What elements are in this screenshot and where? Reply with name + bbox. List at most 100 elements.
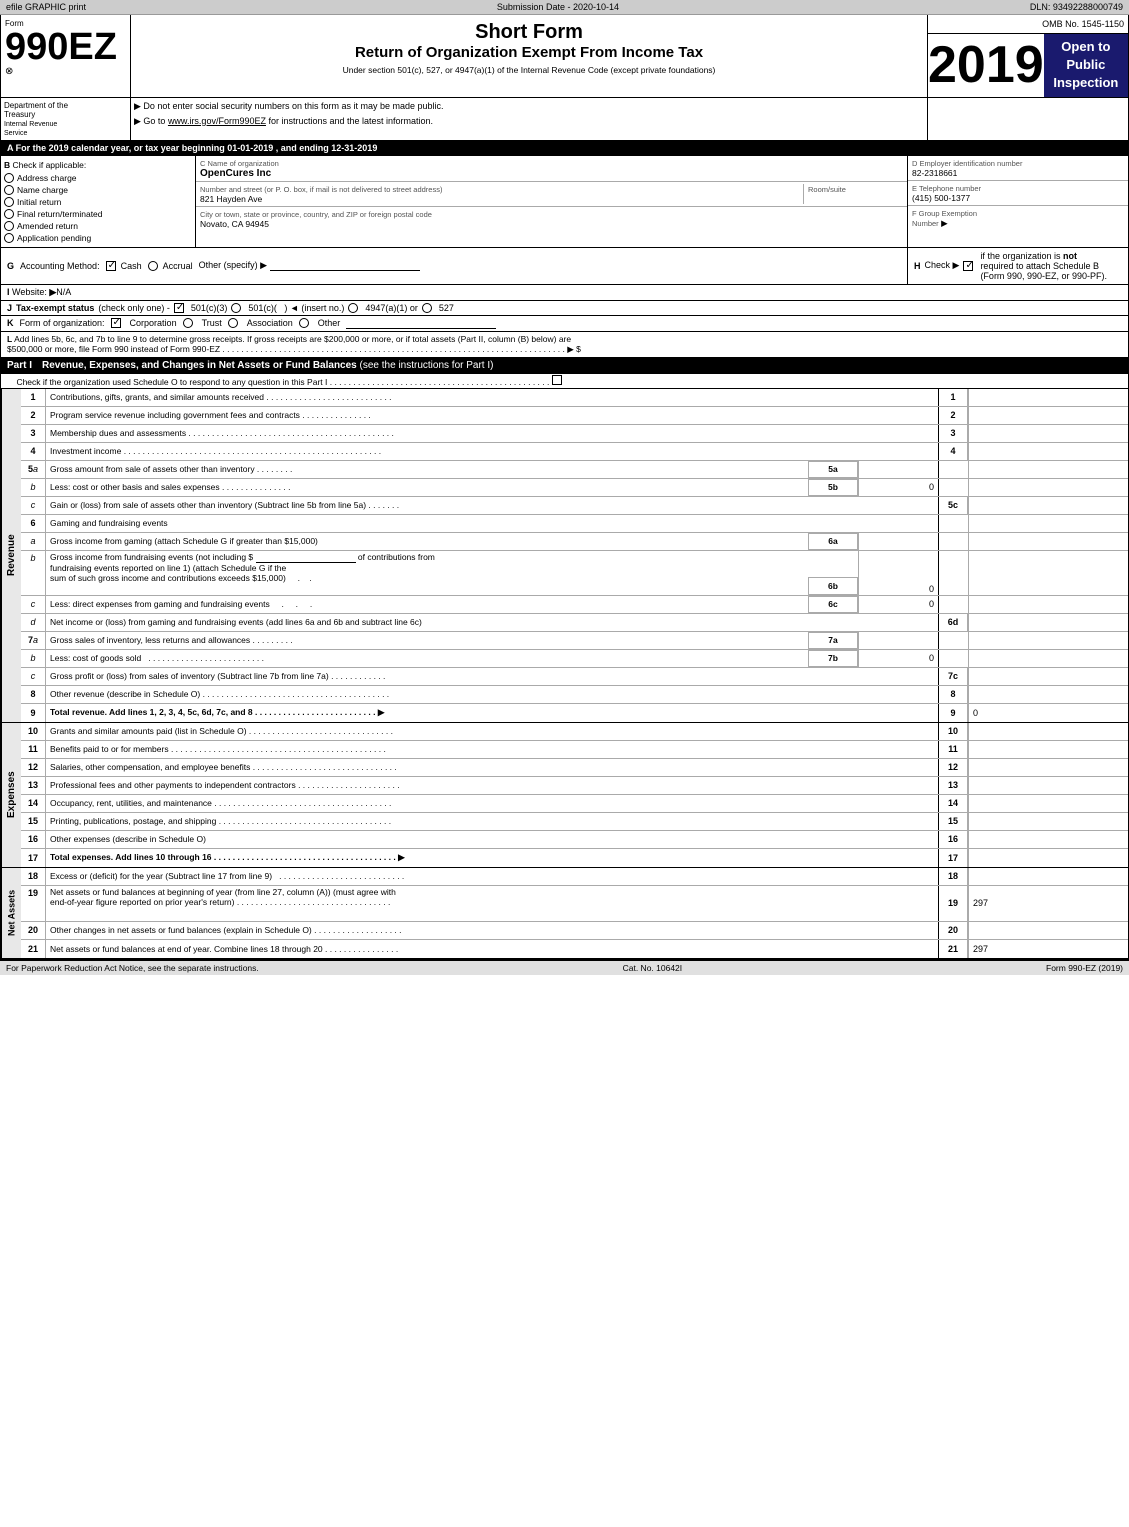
j-501c3-label: 501(c)(3) — [191, 303, 228, 313]
j-501c-radio[interactable] — [231, 303, 241, 313]
row5b-num: b — [21, 479, 46, 496]
row-6b: b Gross income from fundraising events (… — [21, 551, 1128, 596]
h-checkbox[interactable] — [963, 261, 973, 271]
k-assoc-radio[interactable] — [228, 318, 238, 328]
accrual-radio[interactable] — [148, 261, 158, 271]
row7b-num: b — [21, 650, 46, 667]
row16-linenum: 16 — [938, 831, 968, 848]
row5c-linenum: 5c — [938, 497, 968, 514]
row13-desc: Professional fees and other payments to … — [46, 777, 938, 794]
open-public-label: Open toPublicInspection — [1044, 34, 1128, 97]
name-change-label: Name charge — [17, 185, 68, 195]
row6b-value: 0 — [858, 551, 938, 595]
name-radio[interactable] — [4, 185, 14, 195]
cash-checkbox[interactable] — [106, 261, 116, 271]
section-i: I Website: ▶N/A — [0, 285, 1129, 301]
row7c-num: c — [21, 668, 46, 685]
row19-desc: Net assets or fund balances at beginning… — [46, 886, 938, 921]
address-radio[interactable] — [4, 173, 14, 183]
inst1: ▶ Do not enter social security numbers o… — [134, 101, 924, 112]
efile-right: DLN: 93492288000749 — [1030, 2, 1123, 12]
row21-answer: 297 — [968, 940, 1128, 958]
footer-right: Form 990-EZ (2019) — [1046, 963, 1123, 973]
j-527-radio[interactable] — [422, 303, 432, 313]
row6d-desc: Net income or (loss) from gaming and fun… — [46, 614, 938, 631]
row7a-ref: 7a — [808, 632, 858, 649]
row-19: 19 Net assets or fund balances at beginn… — [21, 886, 1128, 922]
final-radio[interactable] — [4, 209, 14, 219]
inst2: ▶ Go to www.irs.gov/Form990EZ for instru… — [134, 116, 924, 127]
row4-desc: Investment income . . . . . . . . . . . … — [46, 443, 938, 460]
k-trust-radio[interactable] — [183, 318, 193, 328]
row12-answer — [968, 759, 1128, 776]
j-4947-radio[interactable] — [348, 303, 358, 313]
b-label: B Check if applicable: — [4, 160, 192, 170]
row5b-desc: Less: cost or other basis and sales expe… — [46, 479, 808, 496]
row5a-num: 5a — [21, 461, 46, 478]
room-label: Room/suite — [808, 185, 846, 194]
row2-linenum: 2 — [938, 407, 968, 424]
row6c-ref: 6c — [808, 596, 858, 613]
row12-linenum: 12 — [938, 759, 968, 776]
d-label: D Employer identification number — [912, 159, 1022, 168]
ein: 82-2318661 — [912, 168, 957, 178]
row5a-desc: Gross amount from sale of assets other t… — [46, 461, 808, 478]
initial-radio[interactable] — [4, 197, 14, 207]
row19-num: 19 — [21, 886, 46, 921]
g-cash: Cash — [106, 261, 142, 271]
row15-answer — [968, 813, 1128, 830]
g-accrual: Accrual — [148, 261, 193, 271]
expenses-side-label: Expenses — [1, 723, 21, 867]
form-subtitle: Under section 501(c), 527, or 4947(a)(1)… — [137, 65, 921, 75]
j-501c-label: 501(c)( ) ◄ (insert no.) — [248, 303, 344, 313]
netassets-side-label: Net Assets — [1, 868, 21, 958]
row11-num: 11 — [21, 741, 46, 758]
phone: (415) 500-1377 — [912, 193, 970, 203]
j-527-label: 527 — [439, 303, 454, 313]
row6-desc: Gaming and fundraising events — [46, 515, 938, 532]
amended-radio[interactable] — [4, 221, 14, 231]
row15-linenum: 15 — [938, 813, 968, 830]
k-other-radio[interactable] — [299, 318, 309, 328]
k-corp-checkbox[interactable] — [111, 318, 121, 328]
part1-title: Revenue, Expenses, and Changes in Net As… — [42, 360, 493, 371]
row8-linenum: 8 — [938, 686, 968, 703]
row14-linenum: 14 — [938, 795, 968, 812]
amended-return-label: Amended return — [17, 221, 78, 231]
row17-desc: Total expenses. Add lines 10 through 16 … — [46, 849, 938, 867]
footer-left: For Paperwork Reduction Act Notice, see … — [6, 963, 259, 973]
j-501c3-checkbox[interactable] — [174, 303, 184, 313]
row15-num: 15 — [21, 813, 46, 830]
row5b-blank — [938, 479, 968, 496]
row1-answer — [968, 389, 1128, 406]
e-label: E Telephone number — [912, 184, 981, 193]
row5a-answer — [968, 461, 1128, 478]
row-6d: d Net income or (loss) from gaming and f… — [21, 614, 1128, 632]
address-label: Number and street (or P. O. box, if mail… — [200, 185, 442, 194]
part1-label: Part I — [7, 360, 32, 371]
row6a-desc: Gross income from gaming (attach Schedul… — [46, 533, 808, 550]
row5c-num: c — [21, 497, 46, 514]
f-arrow: ▶ — [941, 218, 948, 228]
application-radio[interactable] — [4, 233, 14, 243]
row6c-value: 0 — [858, 596, 938, 613]
row6c-num: c — [21, 596, 46, 613]
final-return-label: Final return/terminated — [17, 209, 103, 219]
row18-linenum: 18 — [938, 868, 968, 885]
row13-linenum: 13 — [938, 777, 968, 794]
row12-desc: Salaries, other compensation, and employ… — [46, 759, 938, 776]
org-name: OpenCures Inc — [200, 168, 271, 179]
row5c-answer — [968, 497, 1128, 514]
efile-left: efile GRAPHIC print — [6, 2, 86, 12]
row3-linenum: 3 — [938, 425, 968, 442]
c-label: C Name of organization — [200, 159, 279, 168]
row7a-value — [858, 632, 938, 649]
inst2-link[interactable]: www.irs.gov/Form990EZ — [168, 116, 266, 126]
row17-linenum: 17 — [938, 849, 968, 867]
row-10: 10 Grants and similar amounts paid (list… — [21, 723, 1128, 741]
row6-num: 6 — [21, 515, 46, 532]
year-row: A For the 2019 calendar year, or tax yea… — [0, 141, 1129, 156]
amended-return-check: Amended return — [4, 221, 192, 231]
schedule-o-checkbox[interactable] — [552, 375, 562, 385]
accrual-label: Accrual — [163, 261, 193, 271]
